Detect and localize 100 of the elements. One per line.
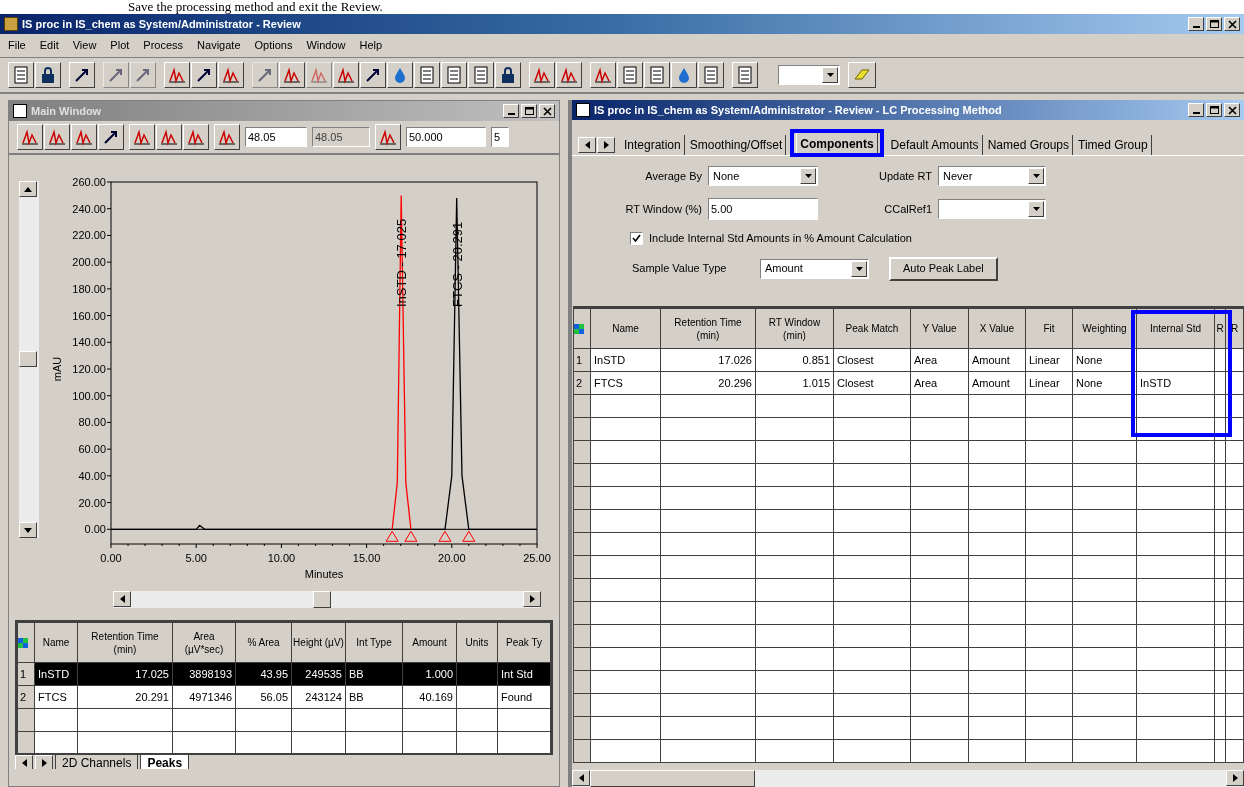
column-header[interactable]: Peak Ty	[497, 622, 551, 663]
column-header[interactable]: Name	[34, 622, 78, 663]
column-header[interactable]: Retention Time (min)	[660, 308, 756, 349]
menu-item[interactable]: View	[72, 37, 97, 54]
column-header[interactable]: Peak Match	[833, 308, 911, 349]
close-button[interactable]	[1224, 103, 1240, 117]
maximize-button[interactable]	[521, 104, 537, 118]
toolbar-button[interactable]	[590, 62, 616, 88]
toolbar-dropdown[interactable]	[778, 65, 840, 85]
toolbar-button[interactable]	[360, 62, 386, 88]
checkbox[interactable]	[630, 231, 643, 245]
toolbar-button[interactable]	[468, 62, 494, 88]
column-header[interactable]: Weighting	[1072, 308, 1137, 349]
tab[interactable]: Named Groups	[984, 135, 1073, 155]
maximize-button[interactable]	[1206, 103, 1222, 117]
scroll-right-button[interactable]	[597, 137, 615, 153]
toolbar-button[interactable]	[387, 62, 413, 88]
maximize-button[interactable]	[1206, 17, 1222, 31]
toolbar-button[interactable]	[414, 62, 440, 88]
tab[interactable]: Timed Group	[1075, 135, 1152, 155]
scroll-right-button[interactable]	[35, 755, 53, 769]
input-field[interactable]: 5	[491, 127, 509, 147]
scrollbar[interactable]	[113, 591, 541, 608]
scroll-right-button[interactable]	[523, 591, 541, 607]
column-header[interactable]: Retention Time (min)	[77, 622, 173, 663]
menu-item[interactable]: Window	[306, 37, 346, 54]
column-header[interactable]: Amount	[402, 622, 457, 663]
toolbar-button[interactable]	[848, 62, 876, 88]
close-button[interactable]	[1224, 17, 1240, 31]
column-header[interactable]: Fit	[1025, 308, 1073, 349]
table-row[interactable]: 2 FTCS 20.291 4971346 56.05 243124 BB 40.169 Found	[17, 685, 551, 709]
column-header[interactable]: % Area	[235, 622, 292, 663]
toolbar-button[interactable]	[732, 62, 758, 88]
toolbar-button[interactable]	[69, 62, 95, 88]
toolbar-button[interactable]	[333, 62, 359, 88]
menu-item[interactable]: Options	[254, 37, 293, 54]
toolbar-button[interactable]	[644, 62, 670, 88]
toolbar-button[interactable]	[44, 124, 70, 150]
column-header[interactable]: X Value	[968, 308, 1026, 349]
scrollbar[interactable]	[572, 770, 1244, 787]
toolbar-button[interactable]	[617, 62, 643, 88]
menu-item[interactable]: Process	[143, 37, 184, 54]
column-header[interactable]: R	[1214, 308, 1226, 349]
toolbar-button[interactable]	[218, 62, 244, 88]
toolbar-button[interactable]	[279, 62, 305, 88]
toolbar-button[interactable]	[98, 124, 124, 150]
column-header[interactable]: Y Value	[910, 308, 969, 349]
toolbar-button[interactable]	[129, 124, 155, 150]
dropdown[interactable]: Never	[938, 166, 1046, 186]
input-field[interactable]: 48.05	[245, 127, 307, 147]
menu-item[interactable]: Help	[359, 37, 383, 54]
scroll-down-button[interactable]	[19, 522, 37, 538]
dropdown[interactable]: None	[708, 166, 818, 186]
toolbar-button[interactable]	[183, 124, 209, 150]
scroll-left-button[interactable]	[15, 755, 33, 769]
toolbar-button[interactable]	[529, 62, 555, 88]
menu-item[interactable]: File	[8, 37, 26, 54]
tab[interactable]: Integration	[621, 135, 685, 155]
scroll-up-button[interactable]	[19, 181, 37, 197]
toolbar-button[interactable]	[17, 124, 43, 150]
column-header[interactable]: Units	[456, 622, 498, 663]
scroll-thumb[interactable]	[19, 351, 37, 367]
table-row[interactable]: 2 FTCS 20.296 1.015 Closest Area Amount Linear None InSTD	[573, 371, 1244, 395]
dropdown[interactable]	[938, 199, 1046, 219]
toolbar-button[interactable]	[156, 124, 182, 150]
column-header[interactable]: Height (µV)	[291, 622, 346, 663]
toolbar-button[interactable]	[441, 62, 467, 88]
minimize-button[interactable]	[503, 104, 519, 118]
menu-item[interactable]: Edit	[39, 37, 59, 54]
dropdown[interactable]: Amount	[760, 258, 869, 279]
toolbar-button[interactable]	[35, 62, 61, 88]
scroll-left-button[interactable]	[113, 591, 131, 607]
toolbar-button[interactable]	[375, 124, 401, 150]
toolbar-button[interactable]	[556, 62, 582, 88]
menu-item[interactable]: Plot	[110, 37, 130, 54]
input-field[interactable]: 50.000	[406, 127, 486, 147]
column-header[interactable]: RT Window (min)	[755, 308, 834, 349]
scroll-left-button[interactable]	[578, 137, 596, 153]
column-header[interactable]: Name	[590, 308, 661, 349]
minimize-button[interactable]	[1188, 103, 1204, 117]
input-field[interactable]: 5.00	[708, 198, 818, 220]
toolbar-button[interactable]	[495, 62, 521, 88]
scroll-left-button[interactable]	[572, 770, 590, 786]
tab[interactable]: Default Amounts	[887, 135, 983, 155]
toolbar-button[interactable]	[214, 124, 240, 150]
sheet-tab[interactable]: Peaks	[140, 755, 190, 769]
sheet-tab[interactable]: 2D Channels	[55, 755, 139, 769]
toolbar-button[interactable]	[8, 62, 34, 88]
scrollbar[interactable]	[19, 181, 39, 538]
table-row[interactable]: 1 InSTD 17.026 0.851 Closest Area Amount Linear None	[573, 348, 1244, 372]
auto-peak-label-button[interactable]: Auto Peak Label	[889, 256, 998, 281]
toolbar-button[interactable]	[671, 62, 697, 88]
table-row[interactable]: 1 InSTD 17.025 3898193 43.95 249535 BB 1.000 Int Std	[17, 662, 551, 686]
scroll-right-button[interactable]	[1226, 770, 1244, 786]
toolbar-button[interactable]	[164, 62, 190, 88]
scroll-thumb[interactable]	[590, 770, 755, 787]
column-header[interactable]: Area (µV*sec)	[172, 622, 236, 663]
menu-item[interactable]: Navigate	[197, 37, 241, 54]
toolbar-button[interactable]	[71, 124, 97, 150]
scroll-thumb[interactable]	[313, 591, 331, 608]
